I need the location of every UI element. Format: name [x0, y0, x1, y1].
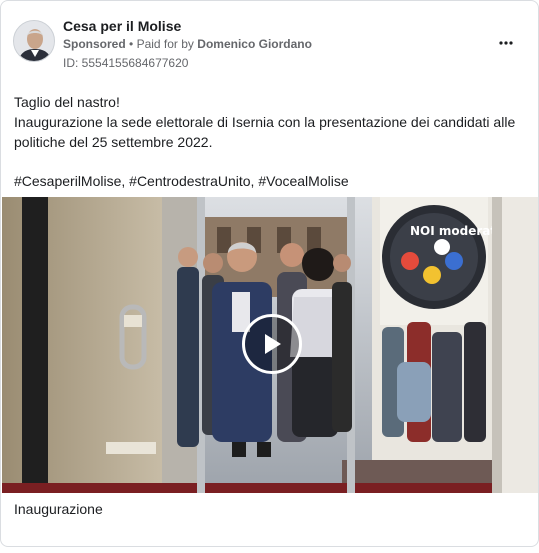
sponsored-label: Sponsored: [63, 37, 126, 51]
ad-card: Cesa per il Molise Sponsored • Paid for …: [0, 0, 539, 547]
media-caption[interactable]: Inaugurazione: [14, 501, 103, 517]
more-options-button[interactable]: [494, 31, 518, 55]
page-avatar[interactable]: [13, 20, 55, 62]
avatar-portrait-icon: [14, 21, 54, 61]
ad-header: Cesa per il Molise Sponsored • Paid for …: [13, 18, 528, 72]
sponsored-line: Sponsored • Paid for by Domenico Giordan…: [63, 37, 312, 51]
video-media[interactable]: NOI moderati: [2, 197, 538, 493]
play-button[interactable]: [242, 314, 302, 374]
body-line: Taglio del nastro!: [14, 94, 120, 110]
paid-for-prefix: Paid for by: [136, 37, 194, 51]
play-icon: [265, 334, 281, 354]
body-line: Inaugurazione la sede elettorale di Iser…: [14, 114, 516, 130]
separator-dot: •: [129, 37, 134, 51]
paid-for-name[interactable]: Domenico Giordano: [197, 37, 312, 51]
page-name[interactable]: Cesa per il Molise: [63, 18, 181, 34]
ad-body-text: Taglio del nastro! Inaugurazione la sede…: [14, 92, 529, 152]
ad-id: ID: 5554155684677620: [63, 56, 189, 70]
body-line: politiche del 25 settembre 2022.: [14, 134, 213, 150]
poster-text: NOI moderati: [410, 224, 500, 238]
more-horizontal-icon: [499, 41, 513, 45]
hashtags: #CesaperilMolise, #CentrodestraUnito, #V…: [14, 173, 349, 189]
